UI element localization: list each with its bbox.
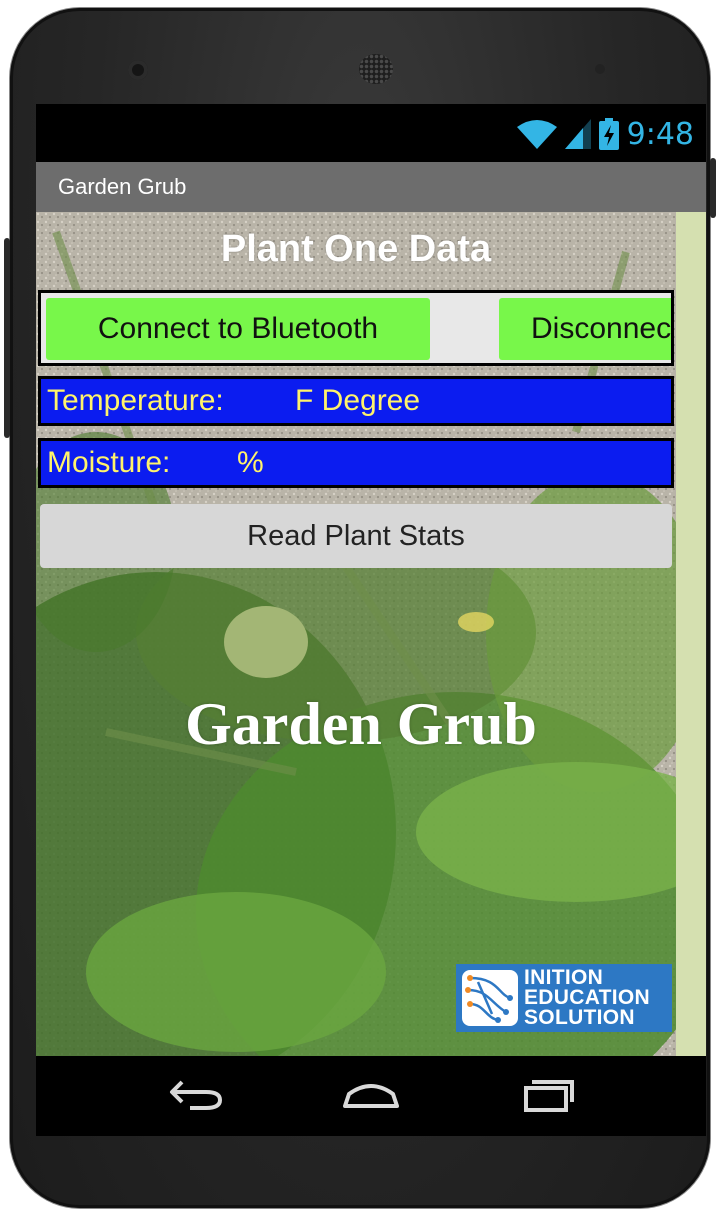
navigation-bar xyxy=(36,1056,706,1136)
signal-icon xyxy=(564,119,591,149)
clock: 9:48 xyxy=(626,116,694,152)
logo-line-2: EDUCATION xyxy=(524,986,650,1009)
app-content: Plant One Data Connect to Bluetooth Disc… xyxy=(36,212,706,1056)
moisture-label: Moisture: xyxy=(47,446,171,479)
disconnect-button[interactable]: Disconnect xyxy=(499,298,671,360)
back-icon[interactable] xyxy=(166,1074,226,1114)
inition-logo: INITION EDUCATION SOLUTION xyxy=(456,964,672,1032)
earpiece-speaker xyxy=(359,54,393,84)
connect-bluetooth-button[interactable]: Connect to Bluetooth xyxy=(46,298,430,360)
logo-line-1: INITION xyxy=(524,966,604,989)
temperature-value: F Degree xyxy=(295,384,421,417)
app-title: Garden Grub xyxy=(58,174,187,199)
bluetooth-button-row: Connect to Bluetooth Disconnect xyxy=(38,290,674,366)
phone-frame: 9:48 Garden Grub Plant One Data Connect … xyxy=(4,8,716,1208)
proximity-sensor xyxy=(595,64,605,74)
recent-apps-icon[interactable] xyxy=(516,1074,576,1114)
volume-button xyxy=(710,158,716,218)
moisture-value: % xyxy=(237,446,264,479)
temperature-row: Temperature: F Degree xyxy=(38,376,674,426)
logo-line-3: SOLUTION xyxy=(524,1006,635,1029)
screen: 9:48 Garden Grub Plant One Data Connect … xyxy=(36,104,706,1136)
plant-heading: Plant One Data xyxy=(220,228,492,270)
power-button xyxy=(4,238,10,438)
battery-icon xyxy=(598,118,619,150)
wifi-icon xyxy=(516,120,557,149)
moisture-row: Moisture: % xyxy=(38,438,674,488)
home-icon[interactable] xyxy=(341,1074,401,1114)
temperature-label: Temperature: xyxy=(47,384,224,417)
front-camera xyxy=(128,60,148,80)
app-title-bar: Garden Grub xyxy=(36,162,706,212)
read-plant-stats-button[interactable]: Read Plant Stats xyxy=(40,504,672,568)
garden-grub-title: Garden Grub xyxy=(185,691,537,757)
circuit-tree-icon xyxy=(462,970,518,1026)
status-bar: 9:48 xyxy=(36,104,706,162)
